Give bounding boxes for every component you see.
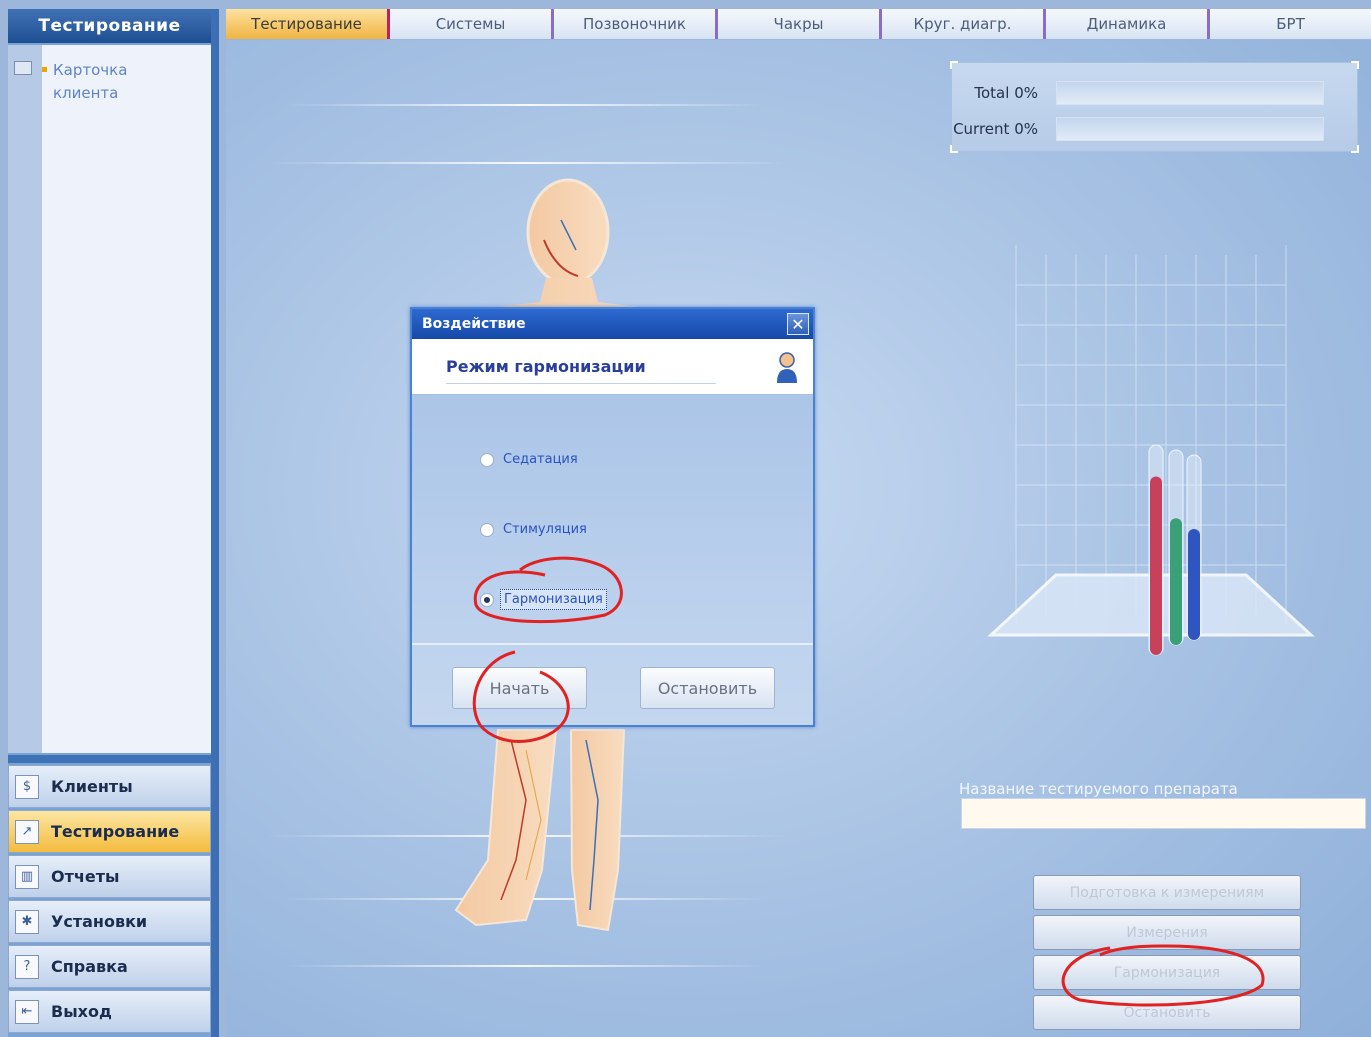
dialog-stop-button[interactable]: Остановить [640, 667, 775, 709]
nav-label: Выход [51, 1002, 112, 1021]
radio-sedation[interactable] [480, 452, 494, 467]
impact-dialog: Воздействие ✕ Режим гармонизации Седатац… [410, 307, 815, 727]
stop-button[interactable]: Остановить [1033, 995, 1301, 1030]
settings-icon: ✱ [15, 909, 39, 934]
sidebar-divider [8, 755, 211, 763]
dialog-title: Воздействие [422, 316, 526, 332]
dialog-header-title: Режим гармонизации [446, 357, 646, 376]
tab-systems[interactable]: Системы [390, 9, 554, 39]
tab-brt[interactable]: БРТ [1210, 9, 1371, 39]
sidebar-header: Тестирование [8, 9, 211, 43]
exit-icon: ⇤ [15, 999, 39, 1024]
tree-item-label: Карточка клиента [53, 61, 128, 102]
nav-item-testing[interactable]: ↗ Тестирование [8, 810, 211, 853]
nav-label: Установки [51, 912, 148, 931]
dialog-titlebar[interactable]: Воздействие ✕ [412, 309, 813, 339]
tab-spine[interactable]: Позвоночник [554, 9, 718, 39]
radio-stimulation[interactable] [480, 522, 494, 537]
option-label: Стимуляция [503, 522, 587, 537]
tree-item-client-card[interactable]: Карточка клиента [14, 59, 153, 105]
option-label: Гармонизация [500, 589, 607, 610]
progress-panel: Total 0% Current 0% [950, 61, 1359, 153]
corner-mark [950, 145, 958, 153]
total-progress-row: Total 0% [952, 81, 1324, 105]
prepare-measure-button[interactable]: Подготовка к измерениям [1033, 875, 1301, 910]
left-sidebar: Тестирование Карточка клиента $ Клиенты … [8, 9, 211, 1037]
option-stimulation[interactable]: Стимуляция [480, 520, 590, 539]
drug-name-input[interactable] [961, 798, 1366, 829]
total-progress-label: Total 0% [974, 84, 1038, 102]
tab-pie-chart[interactable]: Круг. диагр. [882, 9, 1046, 39]
measure-button[interactable]: Измерения [1033, 915, 1301, 950]
option-label: Седатация [503, 452, 578, 467]
help-icon: ? [15, 954, 39, 979]
tube-indicator [987, 245, 1315, 656]
nav-item-help[interactable]: ? Справка [8, 945, 211, 988]
radio-harmonization[interactable] [480, 592, 494, 607]
tab-testing[interactable]: Тестирование [226, 9, 390, 39]
nav-item-exit[interactable]: ⇤ Выход [8, 990, 211, 1033]
harmonize-button[interactable]: Гармонизация [1033, 955, 1301, 990]
dialog-header: Режим гармонизации [412, 339, 813, 395]
nav-label: Справка [51, 957, 128, 976]
total-progress-bar [1056, 81, 1324, 105]
bullet-icon [42, 67, 47, 72]
tab-bar: Тестирование Системы Позвоночник Чакры К… [226, 9, 1371, 39]
tube-fill-red [1150, 476, 1162, 655]
current-progress-bar [1056, 117, 1324, 141]
user-icon [777, 352, 797, 383]
nav-label: Тестирование [51, 822, 180, 841]
option-sedation[interactable]: Седатация [480, 450, 581, 469]
tab-chakras[interactable]: Чакры [718, 9, 882, 39]
reports-icon: ▥ [15, 864, 39, 889]
current-progress-label: Current 0% [953, 120, 1038, 138]
nav-label: Отчеты [51, 867, 120, 886]
sidebar-tree: Карточка клиента [8, 45, 211, 753]
dialog-separator [412, 643, 813, 645]
tube-fill-green [1170, 518, 1182, 645]
nav-item-reports[interactable]: ▥ Отчеты [8, 855, 211, 898]
testing-icon: ↗ [15, 819, 39, 844]
nav-label: Клиенты [51, 777, 133, 796]
nav-item-clients[interactable]: $ Клиенты [8, 765, 211, 808]
option-harmonization[interactable]: Гармонизация [480, 589, 607, 610]
client-icon: $ [15, 774, 39, 799]
sidebar-splitter[interactable] [211, 9, 219, 1037]
close-icon[interactable]: ✕ [787, 313, 809, 335]
nav-item-settings[interactable]: ✱ Установки [8, 900, 211, 943]
corner-mark [1351, 61, 1359, 69]
book-icon [14, 61, 32, 75]
tube-fill-blue [1188, 529, 1200, 640]
header-underline [446, 383, 716, 384]
drug-name-label: Название тестируемого препарата [959, 780, 1238, 798]
sidebar-nav: $ Клиенты ↗ Тестирование ▥ Отчеты ✱ Уста… [8, 765, 211, 1035]
corner-mark [950, 61, 958, 69]
tab-dynamics[interactable]: Динамика [1046, 9, 1210, 39]
start-button[interactable]: Начать [452, 667, 587, 709]
current-progress-row: Current 0% [952, 117, 1324, 141]
tubes-group [1148, 444, 1202, 656]
corner-mark [1351, 145, 1359, 153]
